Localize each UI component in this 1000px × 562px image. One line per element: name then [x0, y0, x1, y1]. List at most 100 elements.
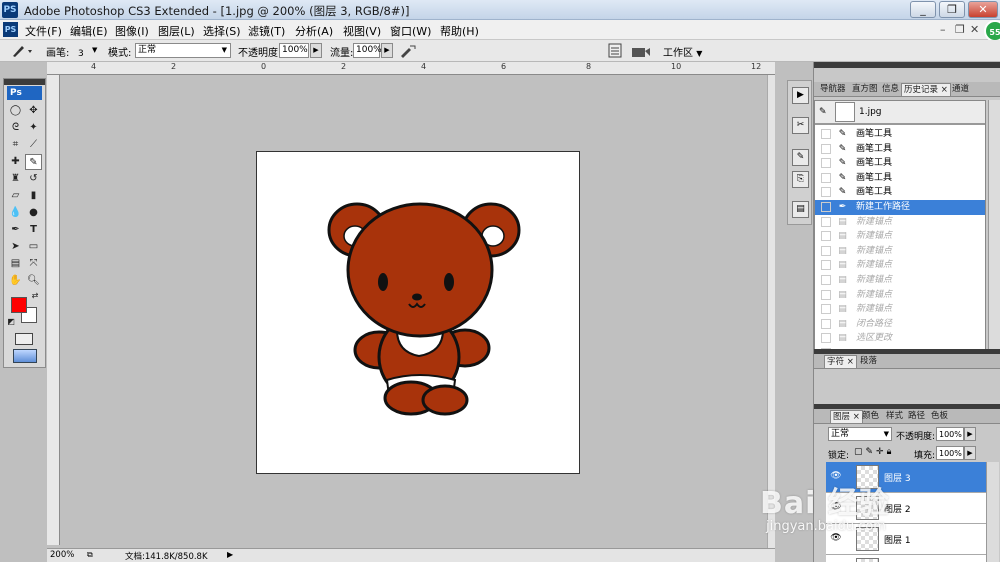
pen-tool-icon[interactable]: ✒ — [7, 222, 24, 238]
doc-restore-button[interactable]: ❐ — [955, 23, 965, 36]
ps-logo-icon[interactable]: Ps — [7, 86, 42, 100]
screen-mode-icon[interactable] — [13, 349, 37, 363]
healing-brush-tool-icon[interactable]: ✚ — [7, 154, 24, 170]
crop-tool-icon[interactable]: ⌗ — [7, 137, 24, 153]
layer-opacity-input[interactable]: 100% — [936, 427, 964, 441]
notification-badge[interactable]: 55 — [984, 20, 1000, 42]
airbrush-icon[interactable] — [399, 43, 417, 59]
opacity-input[interactable]: 100% — [279, 43, 309, 58]
tab-paragraph[interactable]: 段落 — [858, 355, 879, 368]
close-button[interactable]: ✕ — [968, 1, 998, 18]
eraser-tool-icon[interactable]: ▱ — [7, 188, 24, 204]
menu-view[interactable]: 视图(V) — [343, 23, 381, 39]
history-snapshot-toggle[interactable] — [821, 202, 831, 212]
tab-styles[interactable]: 样式 — [884, 410, 905, 423]
fill-input[interactable]: 100% — [936, 446, 964, 460]
vertical-ruler[interactable] — [47, 75, 60, 545]
blur-tool-icon[interactable]: 💧 — [7, 205, 24, 221]
layer-opacity-slider[interactable]: ▶ — [964, 427, 976, 441]
history-step[interactable]: ▤ 新建锚点 — [815, 288, 985, 303]
notes-tool-icon[interactable]: ▤ — [7, 256, 24, 272]
history-step[interactable]: ✎ 画笔工具 — [815, 185, 985, 200]
type-tool-icon[interactable]: T — [25, 222, 42, 238]
close-tab-icon[interactable]: × — [941, 85, 948, 95]
history-snapshot-toggle[interactable] — [821, 129, 831, 139]
bridge-icon[interactable] — [631, 43, 651, 58]
layer-row[interactable]: 👁︎背景 副本 — [826, 555, 986, 562]
history-snapshot-toggle[interactable] — [821, 304, 831, 315]
brush-tool-icon[interactable]: ✎ — [25, 154, 42, 170]
history-step[interactable]: ▤ 闭合路径 — [815, 317, 985, 332]
history-snapshot-toggle[interactable] — [821, 172, 831, 183]
menu-file[interactable]: 文件(F) — [25, 23, 62, 39]
menu-filter[interactable]: 滤镜(T) — [248, 23, 285, 39]
history-step[interactable]: ▤ 新建锚点 — [815, 258, 985, 273]
menu-layer[interactable]: 图层(L) — [158, 23, 195, 39]
history-snapshot-toggle[interactable] — [821, 158, 831, 169]
tab-navigator[interactable]: 导航器 — [818, 83, 848, 96]
history-step[interactable]: ▤ 新建锚点 — [815, 244, 985, 259]
history-brush-tool-icon[interactable]: ↺ — [25, 171, 42, 187]
status-arrow-icon[interactable]: ▶ — [227, 550, 233, 559]
path-selection-tool-icon[interactable]: ➤ — [7, 239, 24, 255]
close-tab-icon[interactable]: × — [853, 412, 860, 422]
panel-grip[interactable] — [814, 62, 1000, 68]
lasso-tool-icon[interactable]: ᘓ — [7, 120, 24, 136]
status-options-icon[interactable]: ⧉ — [87, 550, 93, 560]
layer-comps-icon[interactable]: ▤ — [792, 201, 809, 218]
history-snapshot-toggle[interactable] — [821, 318, 831, 329]
foreground-color-swatch[interactable] — [11, 297, 27, 313]
opacity-slider-button[interactable]: ▶ — [310, 43, 322, 58]
tools-presets-icon[interactable]: ✂ — [792, 117, 809, 134]
flow-slider-button[interactable]: ▶ — [381, 43, 393, 58]
tab-histogram[interactable]: 直方图 — [850, 83, 880, 96]
history-snapshot-toggle[interactable] — [821, 231, 831, 242]
image-canvas[interactable] — [256, 151, 580, 474]
history-scrollbar[interactable] — [988, 100, 1000, 362]
tab-character[interactable]: 字符 × — [824, 355, 857, 368]
history-step[interactable]: ▤ 新建锚点 — [815, 273, 985, 288]
history-snapshot-toggle[interactable] — [821, 275, 831, 285]
workspace-menu[interactable]: 工作区 ▼ — [663, 44, 702, 59]
history-step[interactable]: ✒ 新建工作路径 — [815, 200, 985, 215]
swap-colors-icon[interactable]: ⇄ — [30, 291, 40, 301]
fill-slider[interactable]: ▶ — [964, 446, 976, 460]
layer-name[interactable]: 图层 1 — [884, 533, 911, 546]
default-colors-icon[interactable]: ◩ — [6, 317, 16, 327]
horizontal-ruler[interactable]: 4 2 0 2 4 6 8 10 12 — [47, 62, 775, 75]
tab-channels[interactable]: 通道 — [950, 83, 971, 96]
move-tool-icon[interactable]: ✥ — [25, 103, 42, 119]
history-step[interactable]: ▤ 选区更改 — [815, 331, 985, 346]
zoom-level[interactable]: 200% — [50, 550, 74, 560]
brush-size[interactable]: 3 — [78, 49, 84, 59]
history-snapshot-toggle[interactable] — [821, 289, 831, 300]
history-snapshot-toggle[interactable] — [821, 333, 831, 344]
tab-info[interactable]: 信息 — [880, 83, 901, 96]
minimize-button[interactable]: _ — [910, 1, 936, 18]
history-snapshot[interactable]: ✎ 1.jpg — [815, 101, 985, 125]
brushes-icon[interactable]: ✎ — [792, 149, 809, 166]
palette-well-icon[interactable] — [608, 43, 622, 58]
tab-swatches[interactable]: 色板 — [929, 410, 950, 423]
doc-close-button[interactable]: ✕ — [970, 23, 979, 36]
menu-window[interactable]: 窗口(W) — [390, 23, 431, 39]
brush-dropdown-icon[interactable]: ▼ — [92, 46, 97, 54]
menu-image[interactable]: 图像(I) — [115, 23, 149, 39]
restore-button[interactable]: ❐ — [939, 1, 965, 18]
shape-tool-icon[interactable]: ▭ — [25, 239, 42, 255]
snapshot-brush-icon[interactable]: ✎ — [819, 107, 827, 117]
brush-tool-preset-icon[interactable] — [10, 43, 36, 59]
play-actions-icon[interactable]: ▶ — [792, 87, 809, 104]
menu-help[interactable]: 帮助(H) — [440, 23, 479, 39]
mode-select[interactable]: 正常 ▼ — [135, 43, 231, 58]
layers-scrollbar[interactable] — [986, 462, 999, 562]
lock-icons[interactable]: ▢✎✛🔒︎ — [854, 447, 894, 457]
history-step[interactable]: ✎ 画笔工具 — [815, 156, 985, 171]
quick-mask-icon[interactable] — [15, 333, 33, 345]
menu-edit[interactable]: 编辑(E) — [70, 23, 108, 39]
toolbox-grip[interactable] — [4, 79, 45, 85]
history-snapshot-toggle[interactable] — [821, 245, 831, 256]
visibility-eye-icon[interactable]: 👁︎ — [830, 533, 842, 543]
hand-tool-icon[interactable]: ✋ — [7, 273, 24, 289]
slice-tool-icon[interactable]: ⟋ — [25, 137, 42, 153]
